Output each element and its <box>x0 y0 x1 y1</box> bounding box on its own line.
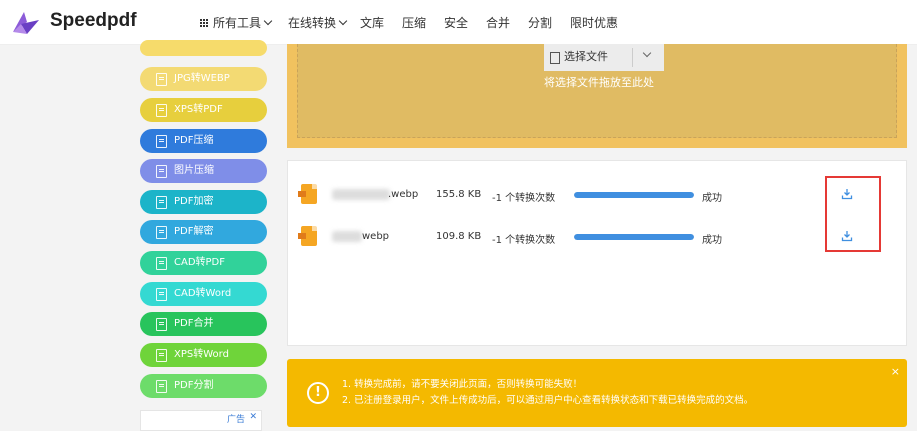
sidebar-item-label: CAD转Word <box>174 288 232 299</box>
status-text: 成功 <box>702 193 722 204</box>
notice-line-1: 1. 转换完成前，请不要关闭此页面，否则转换可能失败！ <box>342 379 583 390</box>
lock-icon <box>156 196 167 209</box>
notice-banner: ! 1. 转换完成前，请不要关闭此页面，否则转换可能失败！ 2. 已注册登录用户… <box>287 359 907 427</box>
top-header: Speedpdf 所有工具 在线转换 文库 压缩 安全 合并 分割 限时优惠 <box>0 0 917 45</box>
unlock-icon <box>156 226 167 239</box>
select-file-label: 选择文件 <box>564 50 608 63</box>
sidebar-item-pdf-decrypt[interactable]: PDF解密 <box>140 220 267 244</box>
nav-online-convert[interactable]: 在线转换 <box>288 14 348 31</box>
conversion-count: -1 个转换次数 <box>492 235 556 246</box>
notice-text: 1. 转换完成前，请不要关闭此页面，否则转换可能失败！ 2. 已注册登录用户，文… <box>342 377 753 409</box>
progress-fill <box>574 192 694 198</box>
grid-icon <box>200 19 209 28</box>
file-icon <box>156 104 167 117</box>
sidebar-item-label: JPG转WEBP <box>174 73 230 84</box>
progress-bar <box>574 234 694 240</box>
sidebar-item-pdf-split[interactable]: PDF分割 <box>140 374 267 398</box>
nav-promo[interactable]: 限时优惠 <box>570 14 618 31</box>
sidebar-item-label: PDF压缩 <box>174 135 214 146</box>
nav-compress[interactable]: 压缩 <box>402 14 426 31</box>
brand-name[interactable]: Speedpdf <box>50 10 137 32</box>
drop-hint: 将选择文件拖放至此处 <box>544 76 654 89</box>
close-icon[interactable]: × <box>891 365 900 378</box>
sidebar-item-xps-to-word[interactable]: XPS转Word <box>140 343 267 367</box>
nav-all-tools[interactable]: 所有工具 <box>200 14 273 31</box>
sidebar-item-xps-to-pdf[interactable]: XPS转PDF <box>140 98 267 122</box>
sidebar-item-pdf-compress[interactable]: PDF压缩 <box>140 129 267 153</box>
sidebar-item-pdf-merge[interactable]: PDF合并 <box>140 312 267 336</box>
file-icon <box>550 52 560 64</box>
nav-merge[interactable]: 合并 <box>486 14 510 31</box>
sidebar-item-label: PDF加密 <box>174 196 214 207</box>
divider <box>632 48 633 67</box>
sidebar-item-label: CAD转PDF <box>174 257 226 268</box>
sidebar-item-label: XPS转Word <box>174 349 229 360</box>
ad-close-icon[interactable]: ✕ <box>249 412 257 422</box>
status-text: 成功 <box>702 235 722 246</box>
file-icon <box>156 73 167 86</box>
file-size: 109.8 KB <box>436 231 482 242</box>
notice-line-2: 2. 已注册登录用户，文件上传成功后，可以通过用户中心查看转换状态和下载已转换完… <box>342 395 754 406</box>
progress-fill <box>574 234 694 240</box>
nav-online-convert-label: 在线转换 <box>288 16 337 30</box>
file-row: webp 109.8 KB -1 个转换次数 成功 <box>288 221 908 251</box>
nav-security[interactable]: 安全 <box>444 14 468 31</box>
nav-library[interactable]: 文库 <box>360 14 384 31</box>
ad-box[interactable]: 广告 ✕ <box>140 410 262 431</box>
chevron-down-icon[interactable] <box>642 48 652 58</box>
file-name: .webp <box>388 189 419 200</box>
sidebar-item-cad-to-pdf[interactable]: CAD转PDF <box>140 251 267 275</box>
split-icon <box>156 380 167 393</box>
logo-icon[interactable] <box>10 8 40 36</box>
nav-all-tools-label: 所有工具 <box>213 16 262 30</box>
nav-split[interactable]: 分割 <box>528 14 552 31</box>
sidebar-item-pdf-encrypt[interactable]: PDF加密 <box>140 190 267 214</box>
sidebar-item-label: PDF合并 <box>174 318 214 329</box>
alert-icon: ! <box>307 382 329 404</box>
sidebar-item-image-compress[interactable]: 图片压缩 <box>140 159 267 183</box>
webp-file-icon <box>298 184 317 204</box>
ad-label: 广告 <box>226 415 245 425</box>
blurred-filename <box>332 189 390 200</box>
file-list: .webp 155.8 KB -1 个转换次数 成功 webp 109.8 KB… <box>287 160 907 346</box>
progress-bar <box>574 192 694 198</box>
sidebar-item-jpg-to-webp[interactable]: JPG转WEBP <box>140 67 267 91</box>
webp-file-icon <box>298 226 317 246</box>
compress-icon <box>156 135 167 148</box>
sidebar-item-label: XPS转PDF <box>174 104 223 115</box>
select-file-button[interactable]: 选择文件 <box>544 44 664 71</box>
file-icon <box>156 349 167 362</box>
file-row: .webp 155.8 KB -1 个转换次数 成功 <box>288 179 908 209</box>
chevron-down-icon <box>263 16 273 26</box>
sidebar-item-label: 图片压缩 <box>174 165 214 176</box>
merge-icon <box>156 318 167 331</box>
file-size: 155.8 KB <box>436 189 482 200</box>
blurred-filename <box>332 231 362 242</box>
file-icon <box>156 257 167 270</box>
file-icon <box>156 288 167 301</box>
conversion-count: -1 个转换次数 <box>492 193 556 204</box>
sidebar-item-label: PDF分割 <box>174 380 214 391</box>
sidebar-item-0[interactable] <box>140 40 267 56</box>
sidebar-item-label: PDF解密 <box>174 226 214 237</box>
chevron-down-icon <box>338 16 348 26</box>
image-icon <box>156 165 167 178</box>
download-highlight-box <box>825 176 881 252</box>
sidebar-item-cad-to-word[interactable]: CAD转Word <box>140 282 267 306</box>
file-name: webp <box>362 231 390 242</box>
